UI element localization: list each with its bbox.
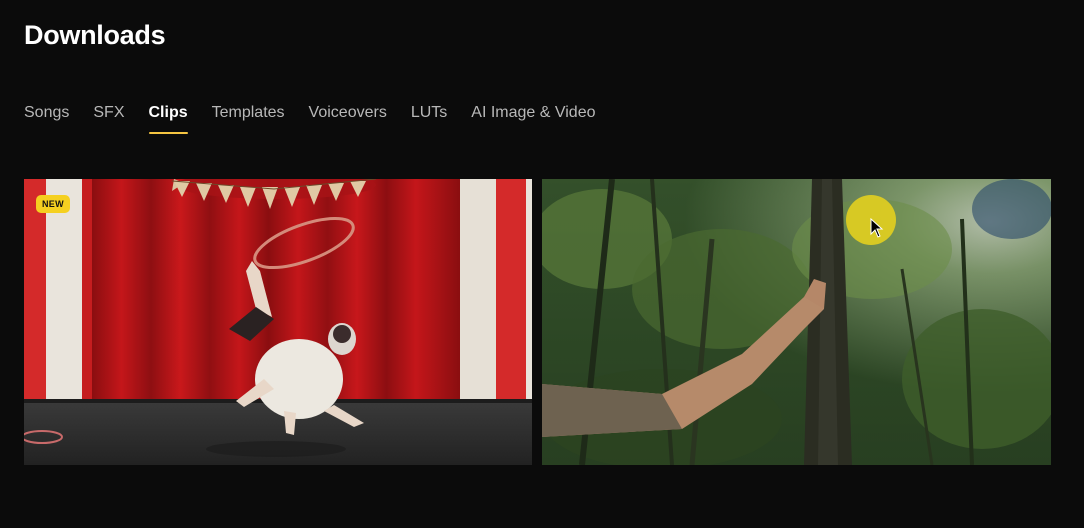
- tab-sfx[interactable]: SFX: [93, 104, 124, 134]
- tab-voiceovers[interactable]: Voiceovers: [309, 104, 387, 134]
- downloads-page: Downloads Songs SFX Clips Templates Voic…: [0, 0, 1084, 528]
- category-tabs: Songs SFX Clips Templates Voiceovers LUT…: [24, 104, 596, 134]
- tab-templates[interactable]: Templates: [212, 104, 285, 134]
- clip-card-circus[interactable]: NEW: [24, 179, 532, 465]
- new-badge: NEW: [36, 195, 70, 213]
- mouse-pointer-icon: [870, 218, 884, 238]
- tab-ai-image-video[interactable]: AI Image & Video: [471, 104, 595, 134]
- clips-grid: NEW: [24, 179, 1051, 465]
- tab-clips[interactable]: Clips: [148, 104, 188, 134]
- clip-thumbnail-jungle: [542, 179, 1051, 465]
- clip-thumbnail-circus: [24, 179, 532, 465]
- tab-songs[interactable]: Songs: [24, 104, 69, 134]
- clip-card-jungle[interactable]: [542, 179, 1051, 465]
- page-title: Downloads: [24, 20, 166, 50]
- tab-luts[interactable]: LUTs: [411, 104, 447, 134]
